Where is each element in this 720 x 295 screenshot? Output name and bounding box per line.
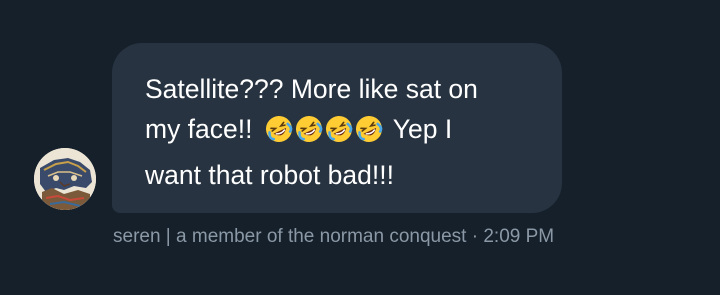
message-timestamp: 2:09 PM — [483, 226, 555, 247]
rolling-on-floor-laughing-emoji — [294, 114, 324, 144]
sender-name[interactable]: seren | a member of the norman conquest — [113, 226, 466, 247]
message-line-3: want that robot bad!!! — [145, 160, 394, 190]
rolling-on-floor-laughing-emoji — [324, 114, 354, 144]
message-meta: seren | a member of the norman conquest … — [113, 226, 554, 248]
message-line-2-start: my face!! — [145, 114, 260, 144]
avatar-illustration — [34, 148, 96, 210]
message-line-2-end: Yep I — [385, 114, 453, 144]
rolling-on-floor-laughing-emoji — [264, 114, 294, 144]
message-bubble[interactable]: Satellite??? More like sat on my face!! … — [112, 43, 562, 213]
meta-separator: · — [466, 226, 484, 247]
message-line-1: Satellite??? More like sat on — [145, 74, 478, 104]
emoji-group — [264, 114, 384, 155]
rolling-on-floor-laughing-emoji — [354, 114, 384, 144]
sender-avatar[interactable] — [34, 148, 96, 210]
message-line-2: my face!! Yep I — [145, 109, 538, 155]
